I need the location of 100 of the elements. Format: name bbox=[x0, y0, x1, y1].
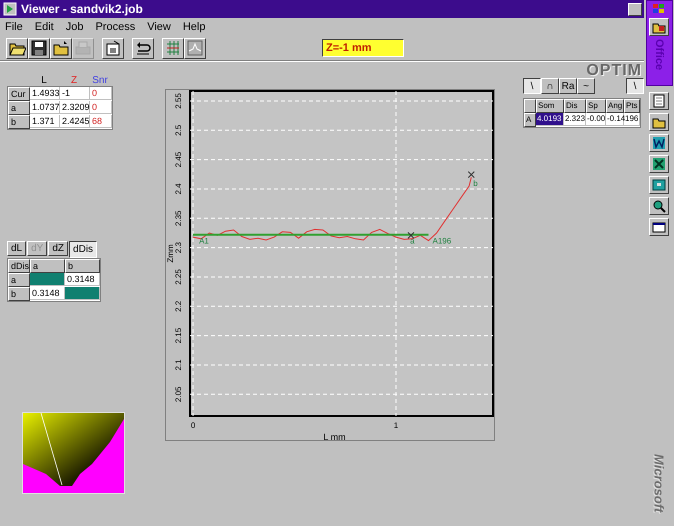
magnifier-button[interactable] bbox=[649, 197, 669, 215]
y-tick-label: 2.45 bbox=[174, 152, 183, 168]
profile-tool-button[interactable]: ~ bbox=[577, 78, 595, 94]
table-cell: 68 bbox=[90, 115, 112, 128]
table-cell: 1.0737 bbox=[30, 101, 60, 114]
y-tick-label: 2.3 bbox=[174, 242, 183, 254]
profile-tool-button[interactable]: \ bbox=[523, 78, 541, 94]
point-label: a bbox=[410, 236, 415, 246]
slide-icon bbox=[652, 178, 666, 192]
point-label: A1 bbox=[199, 236, 209, 246]
point-label: A196 bbox=[432, 236, 452, 246]
grid-button[interactable] bbox=[162, 38, 184, 58]
column-header: Sp bbox=[586, 99, 606, 113]
table-cell: 0 bbox=[90, 101, 112, 114]
column-header: a bbox=[30, 259, 65, 273]
table-cell: 2.4245 bbox=[60, 115, 90, 128]
profile-icon bbox=[186, 39, 204, 57]
column-header: Z bbox=[70, 75, 78, 86]
x-tick-label: 1 bbox=[394, 421, 398, 430]
column-header: Dis bbox=[564, 99, 586, 113]
menu-item[interactable]: Edit bbox=[34, 21, 55, 33]
magnifier-icon bbox=[652, 199, 666, 213]
cursor-marker-icon bbox=[468, 171, 475, 178]
menu-item[interactable]: Help bbox=[182, 21, 206, 33]
table-cell: 1.4933 bbox=[30, 87, 60, 100]
logo-text: OPTIM bbox=[586, 63, 642, 78]
table-cell: 0 bbox=[90, 87, 112, 100]
y-tick-label: 2.15 bbox=[174, 328, 183, 344]
y-tick-label: 2.4 bbox=[174, 183, 183, 195]
table-cell: 2.3209 bbox=[60, 101, 90, 114]
app-icon bbox=[3, 2, 17, 16]
table-cell[interactable]: -0.00 bbox=[586, 113, 606, 126]
row-header: b bbox=[8, 287, 30, 301]
profile-tool-button[interactable]: ∩ bbox=[541, 78, 559, 94]
save-button[interactable] bbox=[28, 38, 50, 58]
notepad-button[interactable] bbox=[649, 92, 669, 110]
y-tick-label: 2.2 bbox=[174, 300, 183, 312]
x-letter-icon bbox=[652, 157, 666, 171]
x-axis-label: L mm bbox=[323, 432, 346, 441]
profile-button[interactable] bbox=[184, 38, 206, 58]
table-cell[interactable]: 2.323 bbox=[564, 113, 586, 126]
window-title: Viewer - sandvik2.job bbox=[21, 2, 144, 16]
y-axis-label: Zmm bbox=[166, 244, 175, 263]
table-cell[interactable]: -0.14 bbox=[606, 113, 624, 126]
tab[interactable]: dZ bbox=[48, 241, 68, 256]
save-icon bbox=[30, 39, 48, 57]
menu-item[interactable]: Job bbox=[64, 21, 84, 33]
presentation-button[interactable] bbox=[649, 176, 669, 194]
undo-button[interactable] bbox=[132, 38, 154, 58]
z-readout: Z=-1 mm bbox=[322, 39, 404, 57]
profile-tool-button[interactable]: Ra bbox=[559, 78, 577, 94]
office-bar-title: Office bbox=[653, 39, 665, 72]
window-icon bbox=[652, 220, 666, 234]
folder-icon bbox=[52, 39, 70, 57]
x-tick-label: 0 bbox=[190, 421, 196, 430]
excel-button[interactable] bbox=[649, 155, 669, 173]
table-cell: 1.371 bbox=[30, 115, 60, 128]
row-header: a bbox=[8, 273, 30, 287]
brand-text: Microsoft bbox=[652, 454, 666, 512]
corner-header: dDis bbox=[8, 259, 30, 273]
w-letter-icon bbox=[652, 136, 666, 150]
menu-item[interactable]: File bbox=[4, 21, 24, 33]
y-tick-label: 2.55 bbox=[174, 93, 183, 109]
column-header: Som bbox=[536, 99, 564, 113]
open-button[interactable] bbox=[6, 38, 28, 58]
notepad-icon bbox=[652, 94, 666, 108]
row-header: Cur bbox=[8, 87, 30, 101]
menu-item[interactable]: Process bbox=[94, 21, 136, 33]
point-label: b bbox=[473, 179, 478, 188]
open-folder-button[interactable] bbox=[649, 113, 669, 131]
column-header: L bbox=[40, 75, 48, 86]
y-tick-label: 2.25 bbox=[174, 269, 183, 285]
column-header: b bbox=[65, 259, 100, 273]
tab[interactable]: dDis bbox=[69, 241, 98, 258]
minimize-button[interactable] bbox=[628, 2, 642, 16]
table-cell[interactable]: 4.0193 bbox=[536, 113, 564, 126]
y-tick-label: 2.35 bbox=[174, 210, 183, 226]
column-header: Ang bbox=[606, 99, 624, 113]
table-cell: -1 bbox=[60, 87, 90, 100]
properties-icon bbox=[104, 39, 122, 57]
menu-item[interactable]: View bbox=[146, 21, 172, 33]
column-header: Pts bbox=[624, 99, 640, 113]
properties-button[interactable] bbox=[102, 38, 124, 58]
office-folder-button[interactable] bbox=[649, 18, 669, 36]
y-tick-label: 2.05 bbox=[174, 386, 183, 402]
table-cell: 0.3148 bbox=[65, 273, 100, 286]
y-tick-label: 2.1 bbox=[174, 359, 183, 371]
word-button[interactable] bbox=[649, 134, 669, 152]
window-button[interactable] bbox=[649, 218, 669, 236]
grid-icon bbox=[164, 39, 182, 57]
row-header: b bbox=[8, 115, 30, 129]
tab[interactable]: dL bbox=[7, 241, 26, 256]
column-header: Snr bbox=[91, 75, 109, 86]
table-cell[interactable]: 196 bbox=[624, 113, 640, 126]
folder-button[interactable] bbox=[50, 38, 72, 58]
y-tick-label: 2.5 bbox=[174, 124, 183, 136]
line-tool-button[interactable]: \ bbox=[626, 78, 644, 94]
cursor-marker-icon bbox=[407, 232, 414, 239]
row-header: a bbox=[8, 101, 30, 115]
print-icon bbox=[74, 39, 92, 57]
